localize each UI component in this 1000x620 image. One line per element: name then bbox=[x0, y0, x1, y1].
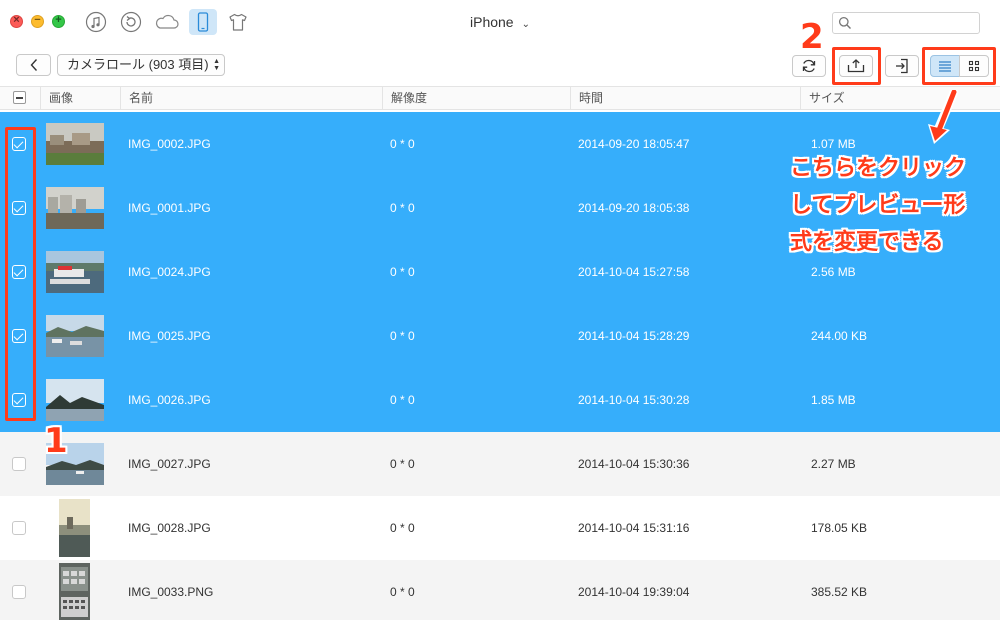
file-size: 244.00 KB bbox=[811, 329, 868, 343]
import-to-device-button[interactable] bbox=[885, 55, 919, 77]
timestamp: 2014-10-04 15:30:36 bbox=[578, 457, 690, 471]
row-checkbox[interactable] bbox=[12, 585, 26, 599]
column-image[interactable]: 画像 bbox=[40, 87, 120, 109]
timestamp: 2014-10-04 15:31:16 bbox=[578, 521, 690, 535]
search-input[interactable] bbox=[855, 15, 975, 31]
device-icon[interactable] bbox=[189, 9, 217, 35]
row-checkbox[interactable] bbox=[12, 457, 26, 471]
chevron-down-icon: ⌄ bbox=[521, 19, 530, 30]
backup-icon[interactable] bbox=[117, 9, 145, 35]
column-time[interactable]: 時間 bbox=[570, 87, 800, 109]
file-name: IMG_0002.JPG bbox=[128, 137, 211, 151]
annotation-callout: こちらをクリック してプレビュー形 式を変更できる bbox=[790, 150, 995, 261]
import-icon bbox=[896, 58, 908, 74]
file-name: IMG_0024.JPG bbox=[128, 265, 211, 279]
photo-thumbnail bbox=[46, 315, 104, 357]
column-name[interactable]: 名前 bbox=[120, 87, 382, 109]
export-highlight-box bbox=[832, 47, 881, 85]
callout-line-1: こちらをクリック bbox=[790, 156, 967, 181]
table-header: 画像 名前 解像度 時間 サイズ bbox=[0, 86, 1000, 110]
file-name: IMG_0026.JPG bbox=[128, 393, 211, 407]
album-select[interactable]: カメラロール (903 項目) ▲ ▼ bbox=[57, 54, 225, 76]
photo-thumbnail bbox=[46, 251, 104, 293]
chevron-left-icon bbox=[30, 59, 37, 71]
file-size: 1.85 MB bbox=[811, 393, 856, 407]
search-icon bbox=[838, 16, 851, 29]
resolution: 0 * 0 bbox=[390, 521, 415, 535]
title-bar: × − + iPhone ⌄ bbox=[0, 0, 1000, 44]
photo-thumbnail bbox=[46, 187, 104, 229]
close-window-button[interactable]: × bbox=[10, 14, 23, 28]
device-name: iPhone bbox=[470, 14, 514, 30]
minimize-window-button[interactable]: − bbox=[31, 14, 44, 28]
timestamp: 2014-09-20 18:05:47 bbox=[578, 137, 690, 151]
refresh-button[interactable] bbox=[792, 55, 826, 77]
view-mode-highlight-box bbox=[922, 47, 996, 85]
file-name: IMG_0027.JPG bbox=[128, 457, 211, 471]
checkbox-highlight-box bbox=[5, 127, 36, 421]
back-button[interactable] bbox=[16, 54, 51, 76]
file-name: IMG_0001.JPG bbox=[128, 201, 211, 215]
timestamp: 2014-09-20 18:05:38 bbox=[578, 201, 690, 215]
timestamp: 2014-10-04 15:27:58 bbox=[578, 265, 690, 279]
table-row[interactable]: IMG_0025.JPG 0 * 0 2014-10-04 15:28:29 2… bbox=[0, 304, 1000, 368]
photo-thumbnail bbox=[46, 379, 104, 421]
table-row[interactable]: IMG_0027.JPG 0 * 0 2014-10-04 15:30:36 2… bbox=[0, 432, 1000, 496]
annotation-step-1: 1 bbox=[44, 421, 68, 461]
file-size: 178.05 KB bbox=[811, 521, 868, 535]
zoom-window-button[interactable]: + bbox=[52, 14, 65, 28]
annotation-step-2: 2 bbox=[800, 17, 824, 57]
resolution: 0 * 0 bbox=[390, 201, 415, 215]
row-checkbox[interactable] bbox=[12, 521, 26, 535]
timestamp: 2014-10-04 15:30:28 bbox=[578, 393, 690, 407]
icloud-icon[interactable] bbox=[153, 9, 181, 35]
resolution: 0 * 0 bbox=[390, 393, 415, 407]
table-row[interactable]: IMG_0028.JPG 0 * 0 2014-10-04 15:31:16 1… bbox=[0, 496, 1000, 560]
photo-thumbnail bbox=[59, 499, 90, 557]
timestamp: 2014-10-04 19:39:04 bbox=[578, 585, 690, 599]
music-icon[interactable] bbox=[82, 9, 110, 35]
table-row[interactable]: IMG_0033.PNG 0 * 0 2014-10-04 19:39:04 3… bbox=[0, 560, 1000, 620]
file-name: IMG_0028.JPG bbox=[128, 521, 211, 535]
resolution: 0 * 0 bbox=[390, 329, 415, 343]
annotation-arrow-icon bbox=[928, 90, 959, 144]
shirt-icon[interactable] bbox=[224, 9, 252, 35]
file-size: 2.27 MB bbox=[811, 457, 856, 471]
updown-arrows-icon: ▲ ▼ bbox=[213, 58, 220, 72]
photo-thumbnail bbox=[59, 563, 90, 620]
file-size: 385.52 KB bbox=[811, 585, 868, 599]
timestamp: 2014-10-04 15:28:29 bbox=[578, 329, 690, 343]
photo-thumbnail bbox=[46, 123, 104, 165]
resolution: 0 * 0 bbox=[390, 585, 415, 599]
resolution: 0 * 0 bbox=[390, 457, 415, 471]
file-name: IMG_0025.JPG bbox=[128, 329, 211, 343]
refresh-icon bbox=[802, 59, 816, 73]
search-box[interactable] bbox=[832, 12, 980, 34]
resolution: 0 * 0 bbox=[390, 137, 415, 151]
callout-line-2: してプレビュー形 bbox=[790, 193, 966, 218]
resolution: 0 * 0 bbox=[390, 265, 415, 279]
table-row[interactable]: IMG_0026.JPG 0 * 0 2014-10-04 15:30:28 1… bbox=[0, 368, 1000, 432]
column-size[interactable]: サイズ bbox=[800, 87, 1000, 109]
callout-line-3: 式を変更できる bbox=[790, 230, 944, 255]
album-label: カメラロール (903 項目) bbox=[67, 57, 209, 72]
select-all-checkbox[interactable] bbox=[13, 91, 26, 104]
file-name: IMG_0033.PNG bbox=[128, 585, 214, 599]
column-resolution[interactable]: 解像度 bbox=[382, 87, 570, 109]
